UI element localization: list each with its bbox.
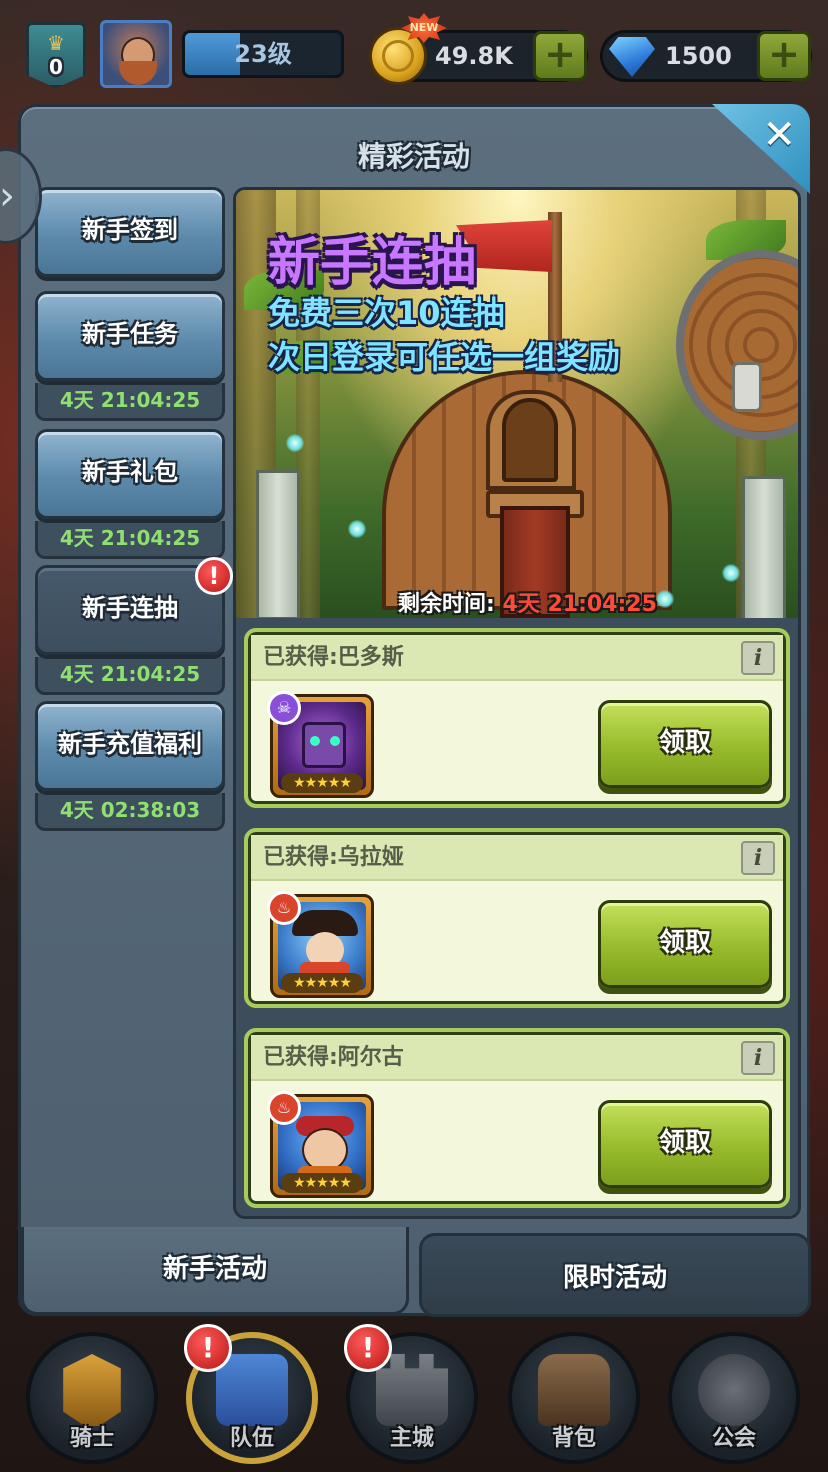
vip-badge[interactable]: ♛ 0 <box>26 22 86 88</box>
sidebar-item-gift-pack[interactable]: 新手礼包 4天 21:04:25 <box>35 429 225 559</box>
sidebar-item-label: 新手礼包 <box>35 429 225 519</box>
remaining-time-label: 剩余时间: <box>398 592 495 617</box>
add-gems-button[interactable]: + <box>757 31 811 81</box>
banner-subtitle-2: 次日登录可任选一组奖励 <box>268 338 621 376</box>
backpack-icon <box>538 1354 610 1426</box>
avatar-beard <box>119 61 157 85</box>
nav-backpack[interactable]: 背包 <box>508 1332 640 1464</box>
level-progress-bar: 23级 <box>182 30 344 78</box>
sidebar-item-label: 新手签到 <box>35 187 225 277</box>
nav-guild[interactable]: 公会 <box>668 1332 800 1464</box>
fire-icon: ♨ <box>267 891 301 925</box>
panel-title: 精彩活动 <box>357 140 470 173</box>
sparkle-icon <box>656 590 674 608</box>
sidebar-item-signin[interactable]: 新手签到 <box>35 187 225 277</box>
nav-team[interactable]: 队伍 ! <box>184 1324 318 1464</box>
remaining-time: 剩余时间: 4天 21:04:25 <box>398 586 657 618</box>
gem-counter: 1500 + <box>600 30 812 82</box>
claim-button[interactable]: 领取 <box>598 1100 772 1188</box>
team-shield-icon <box>216 1354 288 1426</box>
banner-title: 新手连抽 <box>268 233 477 293</box>
event-content: 新手连抽 免费三次10连抽 次日登录可任选一组奖励 剩余时间: 4天 21:04… <box>233 187 801 1219</box>
remaining-time-value: 4天 21:04:25 <box>502 592 657 617</box>
player-level: 23级 <box>234 40 292 68</box>
sidebar-item-label: 新手充值福利 <box>35 701 225 791</box>
gold-counter: NEW 49.8K + <box>369 13 588 85</box>
hero-card[interactable]: ♨ ★★★★★ <box>267 1091 374 1198</box>
reward-card: 已获得:乌拉娅 i ♨ ★★★★★ 领取 <box>244 828 790 1008</box>
claim-button[interactable]: 领取 <box>598 900 772 988</box>
nav-label: 骑士 <box>69 1426 114 1451</box>
reward-card: 已获得:巴多斯 i ☠ ★★★★★ 领取 <box>244 628 790 808</box>
gold-amount: 49.8K <box>435 42 513 70</box>
stone-pillar <box>256 470 300 618</box>
sidebar-item-timer: 4天 21:04:25 <box>35 657 225 695</box>
skull-icon: ☠ <box>267 691 301 725</box>
events-panel: 精彩活动 ✕ 新手签到 新手任务 4天 21:04:25 新手礼包 4天 21:… <box>18 104 811 1317</box>
stone-pillar <box>742 476 786 618</box>
nav-knights[interactable]: 骑士 <box>26 1332 158 1464</box>
sidebar-item-draws[interactable]: 新手连抽 ! 4天 21:04:25 <box>35 557 233 695</box>
nav-label: 公会 <box>711 1426 756 1451</box>
star-rating: ★★★★★ <box>281 773 363 793</box>
sidebar-item-timer: 4天 21:04:25 <box>35 383 225 421</box>
star-rating: ★★★★★ <box>281 1173 363 1193</box>
sparkle-icon <box>722 564 740 582</box>
alert-icon: ! <box>195 557 233 595</box>
reward-card: 已获得:阿尔古 i ♨ ★★★★★ 领取 <box>244 1028 790 1208</box>
hero-card[interactable]: ♨ ★★★★★ <box>267 891 374 998</box>
nav-label: 队伍 <box>229 1426 274 1451</box>
chevron-right-icon: › <box>0 173 15 219</box>
reward-card-header: 已获得:乌拉娅 i <box>251 835 783 881</box>
top-bar: ♛ 0 23级 NEW 49.8K + 1500 + <box>0 0 828 100</box>
nav-label: 主城 <box>389 1426 434 1451</box>
fire-icon: ♨ <box>267 1091 301 1125</box>
info-button[interactable]: i <box>741 841 775 875</box>
alert-icon: ! <box>344 1324 392 1372</box>
event-banner: 新手连抽 免费三次10连抽 次日登录可任选一组奖励 剩余时间: 4天 21:04… <box>236 190 798 618</box>
reward-title: 已获得:阿尔古 <box>263 1045 404 1070</box>
guild-emblem-icon <box>698 1354 770 1426</box>
sidebar-item-label: 新手任务 <box>35 291 225 381</box>
info-button[interactable]: i <box>741 641 775 675</box>
sparkle-icon <box>348 520 366 538</box>
banner-subtitle-1: 免费三次10连抽 <box>268 294 505 332</box>
add-gold-button[interactable]: + <box>533 31 587 81</box>
info-button[interactable]: i <box>741 1041 775 1075</box>
hero-card[interactable]: ☠ ★★★★★ <box>267 691 374 798</box>
alert-icon: ! <box>184 1324 232 1372</box>
reward-title: 已获得:乌拉娅 <box>263 845 404 870</box>
player-avatar[interactable] <box>100 20 172 88</box>
gem-amount: 1500 <box>665 42 732 70</box>
reward-card-header: 已获得:阿尔古 i <box>251 1035 783 1081</box>
diamond-icon <box>609 37 655 77</box>
sidebar-item-tasks[interactable]: 新手任务 4天 21:04:25 <box>35 291 225 421</box>
star-rating: ★★★★★ <box>281 973 363 993</box>
sidebar-item-recharge-bonus[interactable]: 新手充值福利 4天 02:38:03 <box>35 701 225 831</box>
sidebar-item-timer: 4天 02:38:03 <box>35 793 225 831</box>
sparkle-icon <box>286 434 304 452</box>
crown-icon: ♛ <box>47 31 65 55</box>
reward-card-header: 已获得:巴多斯 i <box>251 635 783 681</box>
claim-button[interactable]: 领取 <box>598 700 772 788</box>
tab-newbie-events[interactable]: 新手活动 <box>21 1227 409 1315</box>
nav-main-city[interactable]: 主城 ! <box>344 1324 478 1464</box>
reward-title: 已获得:巴多斯 <box>263 645 404 670</box>
close-icon: ✕ <box>762 112 796 158</box>
tab-limited-events[interactable]: 限时活动 <box>419 1233 811 1317</box>
vip-level: 0 <box>49 55 63 79</box>
sidebar-item-timer: 4天 21:04:25 <box>35 521 225 559</box>
bottom-nav: 骑士 队伍 ! 主城 ! 背包 公会 <box>0 1320 828 1472</box>
nav-label: 背包 <box>551 1426 596 1451</box>
